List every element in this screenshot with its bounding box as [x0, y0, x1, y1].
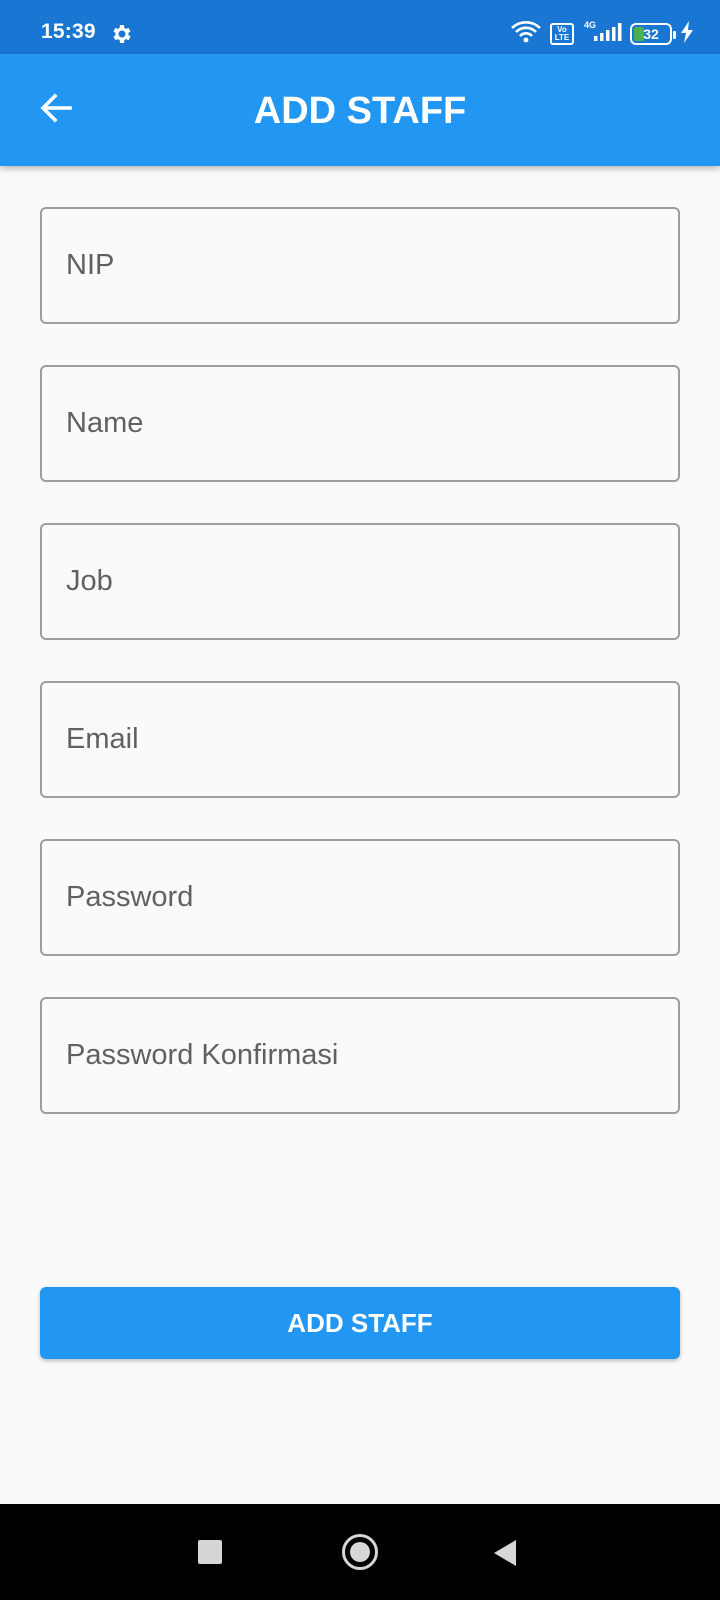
nip-field[interactable]: [40, 207, 680, 324]
gear-icon: [110, 22, 134, 46]
job-field[interactable]: [40, 523, 680, 640]
job-input[interactable]: [66, 565, 678, 598]
name-input[interactable]: [66, 407, 678, 440]
battery-level: 32: [643, 26, 659, 42]
status-bar: 15:39 Vo LTE 4G 32: [0, 0, 720, 54]
status-time: 15:39: [41, 20, 96, 43]
bolt-icon: [680, 20, 694, 48]
circle-icon[interactable]: [342, 1534, 378, 1570]
email-input[interactable]: [66, 723, 678, 756]
battery-tip: [673, 31, 676, 39]
volte-badge: Vo LTE: [550, 23, 574, 45]
app-bar: ADD STAFF: [0, 54, 720, 166]
password-confirm-field[interactable]: [40, 997, 680, 1114]
triangle-back-icon[interactable]: [494, 1540, 516, 1566]
nip-input[interactable]: [66, 249, 678, 282]
battery-indicator: 32: [630, 23, 676, 45]
wifi-icon: [510, 20, 542, 49]
password-field[interactable]: [40, 839, 680, 956]
cellular-indicator: 4G: [582, 20, 622, 46]
page-title: ADD STAFF: [253, 90, 467, 132]
add-staff-button[interactable]: ADD STAFF: [40, 1287, 680, 1359]
password-input[interactable]: [66, 881, 678, 914]
name-field[interactable]: [40, 365, 680, 482]
system-nav-bar: [0, 1504, 720, 1600]
password-confirm-input[interactable]: [66, 1039, 678, 1072]
email-field[interactable]: [40, 681, 680, 798]
signal-icon: [594, 23, 622, 46]
square-icon[interactable]: [198, 1540, 222, 1564]
add-staff-form: [40, 207, 680, 1155]
status-icons: Vo LTE 4G 32: [510, 20, 694, 48]
